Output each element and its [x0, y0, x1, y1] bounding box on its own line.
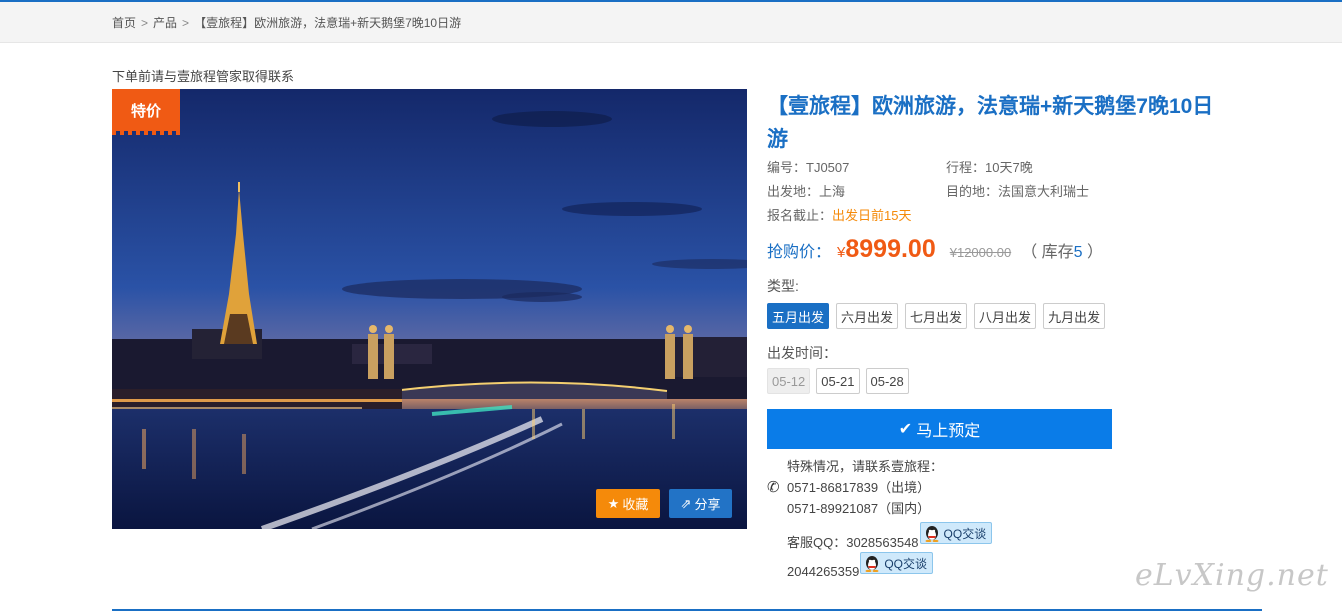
departure-date-label: 出发时间： [767, 345, 837, 361]
phone-icon: ✆ [767, 478, 780, 496]
favorite-label: 收藏 [622, 497, 649, 512]
special-offer-tag: 特价 [112, 89, 180, 135]
product-destination: 目的地：法国意大利瑞士 [946, 183, 1090, 199]
contact-info: 特殊情况，请联系壹旅程： ✆ 0571-86817839（出境） 0571-89… [767, 455, 1127, 586]
stock-info: （ 库存5 ） [1021, 238, 1103, 262]
breadcrumb-products[interactable]: 产品 [153, 14, 177, 31]
product-photo: 特价 ★ 收藏 ⇗ 分享 [112, 89, 747, 529]
product-itinerary: 行程：10天7晚 [946, 159, 1033, 175]
phone-domestic: 0571-89921087（国内） [787, 501, 931, 516]
section-divider [112, 609, 1262, 611]
qq-second-number: 2044265359 [787, 563, 860, 579]
type-option-august[interactable]: 八月出发 [974, 303, 1037, 329]
qq-service-label: 客服QQ：3028563548 [787, 534, 919, 550]
phone-outbound: 0571-86817839（出境） [787, 480, 931, 495]
type-label: 类型: [767, 278, 799, 294]
breadcrumb-home[interactable]: 首页 [112, 14, 136, 31]
date-options: 05-12 05-21 05-28 [767, 368, 915, 394]
type-option-september[interactable]: 九月出发 [1043, 303, 1106, 329]
watermark-text: eLvXing.net [1135, 558, 1329, 593]
favorite-button[interactable]: ★ 收藏 [596, 489, 660, 518]
deadline-value: 出发日前15天 [832, 207, 912, 223]
product-departure: 出发地：上海 [767, 183, 846, 199]
date-option-05-12[interactable]: 05-12 [767, 368, 811, 394]
type-options: 五月出发 六月出发 七月出发 八月出发 九月出发 [767, 303, 1112, 329]
breadcrumb: 首页 > 产品 > 【壹旅程】欧洲旅游，法意瑞+新天鹅堡7晚10日游 [112, 14, 461, 31]
breadcrumb-bar: 首页 > 产品 > 【壹旅程】欧洲旅游，法意瑞+新天鹅堡7晚10日游 [0, 2, 1342, 43]
sale-price: 8999.00 [845, 235, 936, 263]
product-meta: 编号：TJ0507 行程：10天7晚 出发地：上海 目的地：法国意大利瑞士 报名… [767, 154, 1089, 226]
qq-chat-button[interactable]: QQ交谈 [919, 522, 993, 544]
stock-count: 5 [1073, 244, 1083, 261]
order-notice: 下单前请与壹旅程管家取得联系 [112, 69, 295, 84]
chevron-right-icon: > [141, 15, 149, 30]
type-option-may[interactable]: 五月出发 [767, 303, 830, 329]
stock-prefix: （ 库存 [1021, 244, 1074, 261]
date-option-05-28[interactable]: 05-28 [865, 368, 909, 394]
type-option-july[interactable]: 七月出发 [905, 303, 968, 329]
deadline-label: 报名截止： [767, 207, 833, 223]
check-icon: ✔ [898, 421, 913, 438]
product-code: 编号：TJ0507 [767, 159, 850, 175]
currency-symbol: ¥ [837, 244, 846, 261]
product-info: 【壹旅程】欧洲旅游，法意瑞+新天鹅堡7晚10日游 编号：TJ0507 行程：10… [767, 90, 1237, 579]
stock-suffix: ） [1082, 244, 1103, 261]
price-row: 抢购价： ¥ 8999.00 ¥12000.00 （ 库存5 ） [767, 235, 1103, 264]
chevron-right-icon: > [182, 15, 190, 30]
book-now-button[interactable]: ✔ 马上预定 [767, 409, 1112, 449]
qq-penguin-icon [925, 525, 939, 542]
price-label: 抢购价： [767, 244, 832, 261]
original-price: ¥12000.00 [949, 245, 1012, 260]
qq-chat-label-2: QQ交谈 [884, 556, 927, 571]
type-option-june[interactable]: 六月出发 [836, 303, 899, 329]
share-label: 分享 [694, 497, 721, 512]
product-title: 【壹旅程】欧洲旅游，法意瑞+新天鹅堡7晚10日游 [767, 95, 1214, 151]
star-icon: ★ [607, 495, 620, 511]
paris-night-image [112, 89, 747, 529]
breadcrumb-current: 【壹旅程】欧洲旅游，法意瑞+新天鹅堡7晚10日游 [194, 16, 462, 30]
qq-chat-button-2[interactable]: QQ交谈 [860, 552, 933, 574]
contact-intro: 特殊情况，请联系壹旅程： [787, 459, 944, 474]
qq-chat-label: QQ交谈 [943, 526, 987, 541]
share-button[interactable]: ⇗ 分享 [669, 489, 732, 518]
share-icon: ⇗ [680, 495, 692, 511]
book-now-label: 马上预定 [916, 423, 981, 440]
date-option-05-21[interactable]: 05-21 [816, 368, 860, 394]
qq-penguin-icon [865, 555, 879, 572]
